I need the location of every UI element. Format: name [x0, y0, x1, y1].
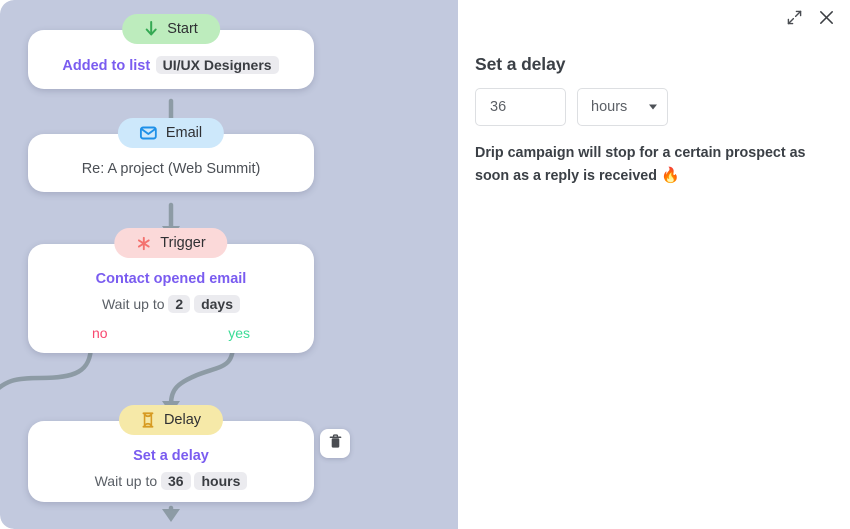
node-trigger-title: Contact opened email	[95, 271, 247, 287]
delay-unit-select[interactable]: minuteshoursdays	[577, 88, 668, 126]
node-email-badge: Email	[117, 118, 225, 148]
panel-note-text: Drip campaign will stop for a certain pr…	[475, 145, 806, 184]
node-start-title: Added to list	[62, 58, 151, 74]
arrow-down-icon	[144, 21, 158, 37]
node-delay-badge: Delay	[118, 405, 224, 435]
node-email-subject: Re: A project (Web Summit)	[81, 161, 261, 177]
panel-title: Set a delay	[475, 54, 566, 74]
fire-emoji-icon: 🔥	[660, 166, 680, 184]
node-trigger-wait-unit: days	[194, 294, 240, 313]
node-trigger-wait-label: Wait up to	[101, 295, 165, 312]
node-email[interactable]: Email Re: A project (Web Summit)	[28, 118, 314, 192]
node-email-badge-label: Email	[165, 125, 203, 141]
hourglass-icon	[141, 412, 155, 428]
delay-value-input[interactable]	[475, 88, 566, 126]
node-trigger-branches: no yes	[42, 325, 300, 341]
panel-toolbar	[784, 7, 836, 27]
node-trigger-badge-label: Trigger	[160, 235, 206, 251]
node-start-list-chip: UI/UX Designers	[155, 56, 279, 74]
workflow-editor: Start Added to list UI/UX Designers Emai…	[0, 0, 850, 529]
node-trigger-badge: Trigger	[114, 228, 228, 258]
node-trigger-wait-value: 2	[168, 294, 191, 313]
node-delay-wait-row: Wait up to 36 hours	[42, 471, 300, 490]
node-start-badge-label: Start	[167, 21, 198, 37]
node-start-badge: Start	[122, 14, 220, 44]
node-delay-wait-label: Wait up to	[94, 472, 158, 489]
trash-icon	[329, 433, 342, 454]
workflow-canvas[interactable]: Start Added to list UI/UX Designers Emai…	[0, 0, 458, 529]
branch-label-no: no	[92, 324, 108, 341]
delete-node-button[interactable]	[320, 429, 350, 458]
expand-icon[interactable]	[784, 7, 804, 27]
branch-label-yes: yes	[228, 324, 250, 341]
panel-content: Set a delay minuteshoursdays Drip campai…	[475, 54, 840, 188]
delay-unit-wrapper: minuteshoursdays	[577, 88, 668, 126]
asterisk-icon	[136, 236, 151, 251]
detail-panel: Set a delay minuteshoursdays Drip campai…	[458, 0, 850, 529]
node-delay-wait-value: 36	[161, 471, 191, 490]
node-delay-title: Set a delay	[133, 448, 209, 464]
node-start[interactable]: Start Added to list UI/UX Designers	[28, 14, 314, 89]
node-delay[interactable]: Delay Set a delay Wait up to 36 hours	[28, 405, 314, 502]
delay-controls: minuteshoursdays	[475, 88, 840, 126]
envelope-icon	[139, 126, 157, 140]
node-delay-wait-unit: hours	[194, 471, 248, 490]
panel-note: Drip campaign will stop for a certain pr…	[475, 143, 825, 188]
node-trigger[interactable]: Trigger Contact opened email Wait up to …	[28, 228, 314, 353]
close-icon[interactable]	[816, 7, 836, 27]
node-delay-badge-label: Delay	[163, 412, 202, 428]
node-trigger-wait-row: Wait up to 2 days	[42, 294, 300, 313]
